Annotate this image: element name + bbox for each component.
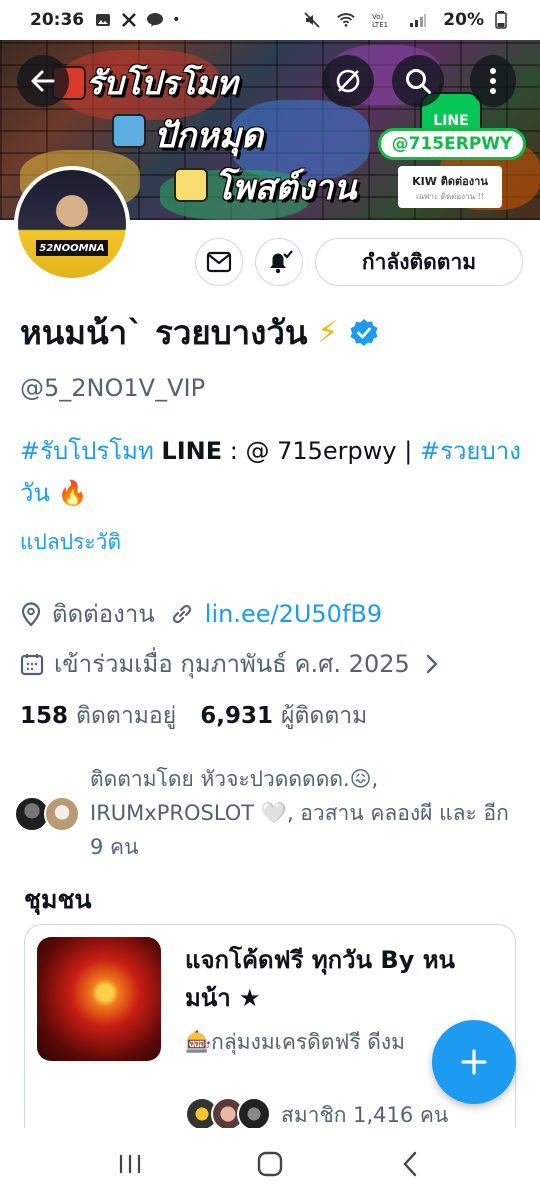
following-button[interactable]: กำลังติดตาม [315, 238, 523, 286]
follow-counts: 158 ติดตามอยู่ 6,931 ผู้ติดตาม [20, 698, 367, 734]
envelope-icon [206, 251, 232, 273]
plus-icon [461, 1049, 487, 1075]
translate-bio-link[interactable]: แปลประวัติ [20, 526, 121, 559]
back-button[interactable] [17, 55, 69, 107]
notifications-button[interactable] [255, 238, 303, 286]
search-icon [406, 69, 431, 94]
avatar-label: 52NOOMNA [36, 240, 108, 256]
lightning-emoji: ⚡ [317, 315, 339, 350]
calendar-icon [20, 653, 44, 675]
member-avatar-3 [237, 1097, 271, 1131]
bell-check-icon [270, 250, 293, 274]
volte-icon: Vo) LTE1 [371, 11, 393, 29]
system-navigation-bar [0, 1128, 540, 1200]
grok-button[interactable] [322, 55, 374, 107]
notification-dot: • [172, 12, 181, 28]
followed-by-text[interactable]: ติดตามโดย หัวจะปวดดดดด.😖, IRUMxPROSLOT 🤍… [90, 762, 520, 864]
location-pin-icon [21, 601, 41, 627]
verified-badge-icon[interactable] [349, 318, 379, 348]
chevron-right-icon [426, 654, 438, 673]
battery-percent: 20% [443, 10, 484, 30]
bio-hashtag-promo[interactable]: #รับโปรโมท [20, 437, 154, 465]
svg-text:LTE1: LTE1 [372, 21, 388, 28]
community-name: แจกโค้ดฟรี ทุกวัน By หนมน้า ★ [185, 946, 455, 1012]
community-section-title: ชุมชน [24, 885, 92, 914]
promo-line-id-tag: @715ERPWY [378, 128, 526, 160]
following-label: ติดตามอยู่ [76, 703, 177, 729]
banner-headline-1: รับโปรโมท [86, 64, 238, 102]
contact-tag-title: KIW ติดต่องาน [412, 174, 488, 188]
back-arrow-icon [31, 70, 55, 92]
profile-meta-joined[interactable]: เข้าร่วมเมื่อ กุมภาพันธ์ ค.ศ. 2025 [20, 644, 452, 683]
location-text: ติดต่องาน [52, 600, 155, 628]
pushpin-icon [112, 114, 146, 148]
home-button[interactable] [240, 1139, 300, 1189]
search-button[interactable] [392, 55, 444, 107]
profile-avatar[interactable]: 52NOOMNA [14, 166, 130, 282]
svg-text:Vo): Vo) [372, 13, 384, 21]
status-bar: 20:36 • Vo) LTE1 20% [0, 0, 540, 40]
memo-icon [174, 168, 208, 202]
wifi-icon [337, 11, 356, 29]
followers-count: 6,931 [200, 703, 273, 729]
mute-icon [303, 11, 321, 29]
profile-name: หนมน้า` รวยบางวัน [20, 313, 308, 352]
banner-headline-3: โพสต์งาน [214, 168, 357, 208]
signal-icon [409, 11, 427, 29]
profile-bio: #รับโปรโมท LINE : @ 715erpwy | #รวยบางวั… [20, 430, 525, 514]
joined-date: เข้าร่วมเมื่อ กุมภาพันธ์ ค.ศ. 2025 [54, 650, 410, 678]
profile-name-row: หนมน้า` รวยบางวัน ⚡ [20, 306, 379, 359]
community-image [37, 937, 161, 1061]
following-stat[interactable]: 158 ติดตามอยู่ [20, 698, 176, 734]
more-options-button[interactable] [470, 55, 516, 107]
line-app-icon [146, 11, 164, 29]
bio-text: : @ 715erpwy | [222, 437, 420, 465]
message-button[interactable] [195, 238, 243, 286]
profile-handle: @5_2NO1V_VIP [20, 374, 206, 402]
x-app-icon [120, 11, 138, 29]
profile-meta-location: ติดต่องาน lin.ee/2U50fB9 [20, 594, 382, 633]
profile-website-link[interactable]: lin.ee/2U50fB9 [205, 600, 382, 628]
followers-label: ผู้ติดตาม [280, 703, 368, 729]
system-back-button[interactable] [380, 1139, 440, 1189]
recent-apps-icon [119, 1155, 141, 1173]
gallery-icon [94, 11, 112, 29]
contact-tag-subtitle: เฉพาะ ติดต่องาน !! [415, 191, 484, 201]
bio-line-word: LINE [161, 437, 223, 465]
fire-emoji: 🔥 [57, 479, 88, 507]
banner-headline-2: ปักหมุด [154, 116, 264, 156]
chevron-left-icon [403, 1151, 417, 1177]
clock: 20:36 [30, 10, 85, 30]
contact-tag: KIW ติดต่องาน เฉพาะ ติดต่องาน !! [398, 166, 502, 208]
recent-apps-button[interactable] [100, 1139, 160, 1189]
more-vertical-icon [490, 68, 496, 94]
follower-avatar-2 [44, 796, 80, 832]
followers-stat[interactable]: 6,931 ผู้ติดตาม [200, 698, 367, 734]
grok-icon [336, 69, 360, 93]
home-icon [257, 1151, 283, 1177]
compose-post-button[interactable] [432, 1020, 516, 1104]
following-count: 158 [20, 703, 69, 729]
battery-icon [492, 11, 510, 29]
link-icon [172, 604, 191, 623]
